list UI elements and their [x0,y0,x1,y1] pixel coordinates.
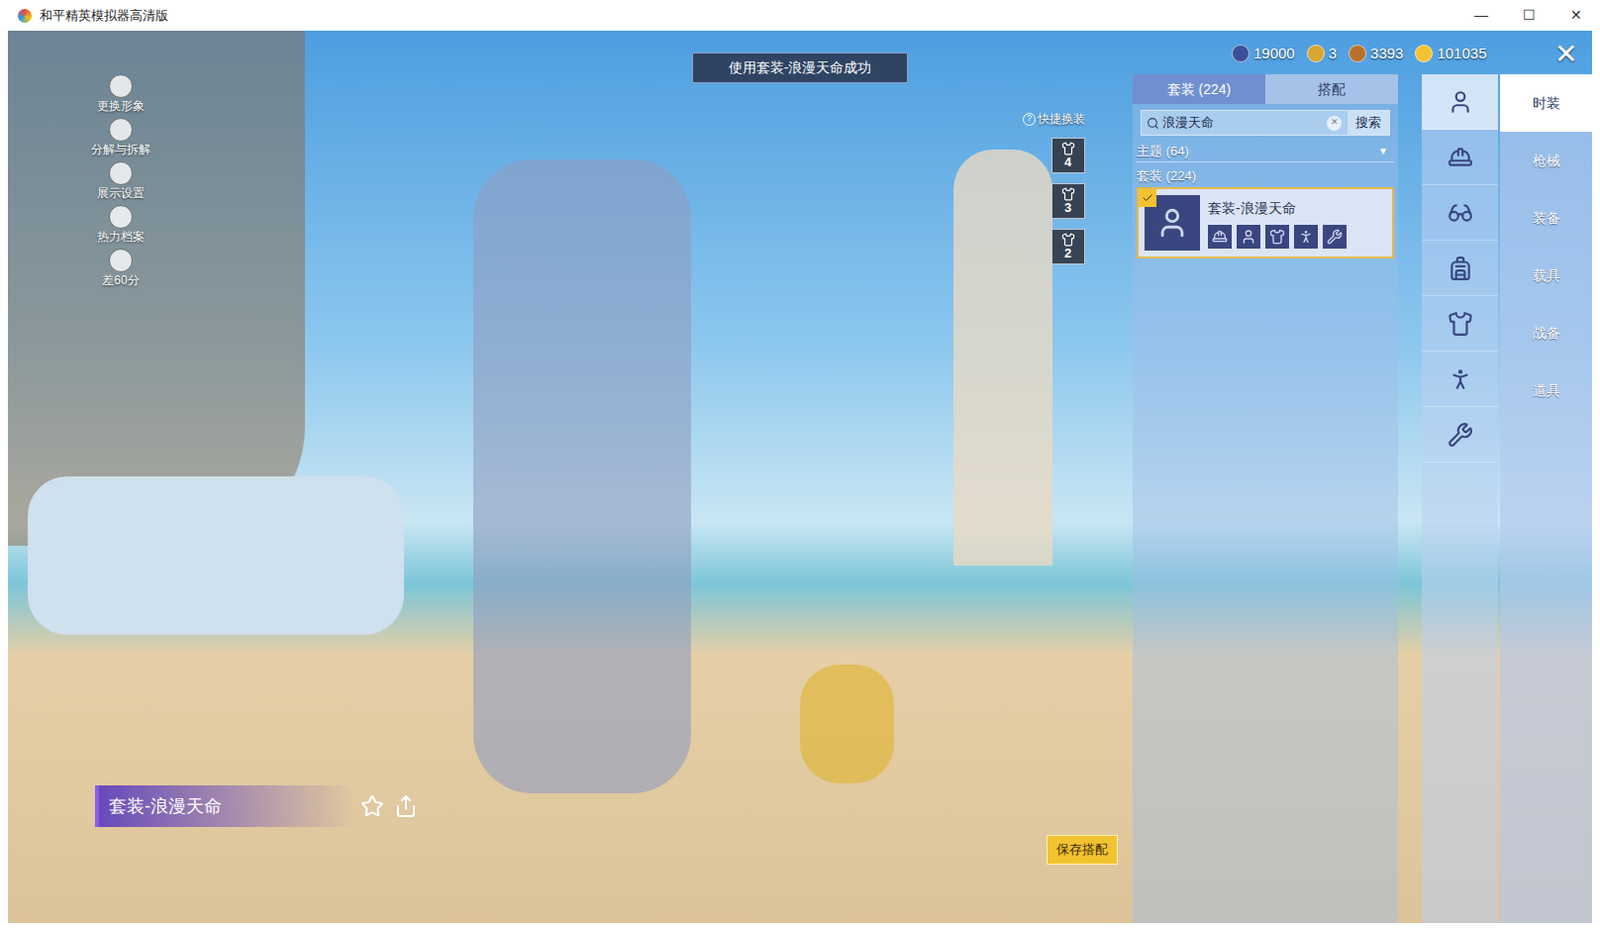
app-window: 和平精英模拟器高清版—☐✕使用套装-浪漫天命成功1900033393101035… [0,0,1600,930]
search-button[interactable]: 搜索 [1347,110,1390,135]
main-tab-column: 时装枪械装备载具战备道具 [1500,74,1593,923]
favorite-star-icon[interactable] [360,794,385,818]
left-menu-item[interactable]: 展示设置 [97,161,145,201]
main-tab[interactable]: 时装 [1500,74,1593,132]
quick-change: ?快捷换装432 [1022,109,1086,265]
title-bar: 和平精英模拟器高清版 —☐✕ [0,0,1600,31]
save-button[interactable]: 保存搭配 [1046,834,1118,865]
section-title: 套装 (224) [1136,166,1395,187]
quick-slot[interactable]: 4 [1051,137,1086,174]
game-view: 使用套装-浪漫天命成功 19000 3 3393 101035 ✕ 更换形象分解与拆解展示设… [7,30,1593,923]
category-item[interactable] [1421,185,1499,241]
main-tab[interactable]: 载具 [1500,246,1593,304]
quick-slot[interactable]: 3 [1051,183,1086,219]
main-tab[interactable]: 道具 [1500,361,1593,419]
panel-tab[interactable]: 搭配 [1265,74,1399,104]
menu-icon [108,161,133,186]
theme-filter[interactable]: 主题 (64)▼ [1136,141,1395,163]
window-control[interactable]: ✕ [1552,0,1600,31]
part-thumbnail [1322,224,1347,249]
close-button[interactable]: ✕ [1547,36,1584,73]
glasses-icon [1447,200,1474,226]
figure-icon [1447,366,1474,393]
outfit-card[interactable]: 套装-浪漫天命 [1136,187,1395,259]
outfit-icon [1447,89,1474,115]
window-title: 和平精英模拟器高清版 [39,5,169,26]
panel-tab[interactable]: 套装 (224) [1132,74,1266,104]
currency: 101035 [1414,42,1487,66]
hanger-icon [1060,141,1077,156]
coin-icon [1348,44,1367,63]
window-control[interactable]: — [1457,0,1505,31]
main-tab[interactable]: 装备 [1500,189,1593,247]
currency: 3393 [1348,42,1403,66]
category-item[interactable] [1421,129,1499,186]
main-tab[interactable]: 战备 [1500,303,1593,362]
part-thumbnail [1236,224,1261,249]
left-menu-item[interactable]: 差60分 [101,248,139,289]
clear-button[interactable]: ✕ [1326,115,1342,131]
category-column [1421,74,1499,923]
coin-icon [1306,44,1325,63]
app-logo-icon [17,8,32,23]
part-thumbnail [1207,224,1232,249]
part-thumbnail [1294,224,1318,249]
menu-icon [108,117,133,142]
menu-icon [108,74,133,99]
hanger-icon [1060,232,1077,247]
scene-ship [7,30,305,546]
share-icon[interactable] [394,794,418,818]
category-item[interactable] [1421,240,1499,297]
category-item[interactable] [1421,406,1499,463]
coin-icon [1231,44,1250,63]
outfit-label: 套装-浪漫天命 [95,785,418,827]
coin-icon [1414,44,1433,63]
hat-icon [1447,144,1474,171]
left-menu-item[interactable]: 热力档案 [97,204,145,245]
right-panels: 套装 (224)搭配浪漫天命✕搜索主题 (64)▼套装 (224)套装-浪漫天命… [1132,74,1593,923]
search-field[interactable]: 浪漫天命 [1162,112,1327,133]
scene-character [473,159,692,794]
hanger-icon [1060,187,1077,201]
currency: 19000 [1231,42,1296,66]
panel-tabs: 套装 (224)搭配 [1132,74,1399,104]
menu-icon [108,248,133,273]
left-menu-item[interactable]: 分解与拆解 [91,117,151,158]
help-icon[interactable]: ? [1022,112,1036,126]
left-menu-item[interactable]: 更换形象 [97,74,145,114]
toast: 使用套装-浪漫天命成功 [692,52,908,84]
scene-lighthouse [953,149,1053,566]
category-item[interactable] [1421,296,1499,352]
category-item[interactable] [1421,74,1499,130]
left-menu: 更换形象分解与拆解展示设置热力档案差60分 [73,74,169,289]
menu-icon [108,204,133,229]
window-control[interactable]: ☐ [1504,0,1553,31]
backpack-icon [1447,255,1474,282]
quick-slot[interactable]: 2 [1051,228,1086,265]
scene-pet [800,664,895,784]
search-icon [1146,116,1160,130]
item-panel: 套装 (224)搭配浪漫天命✕搜索主题 (64)▼套装 (224)套装-浪漫天命 [1132,74,1399,923]
check-badge [1138,189,1157,207]
category-item[interactable] [1421,351,1499,407]
check-icon [1141,192,1154,204]
scene-car [27,476,404,635]
currency: 3 [1306,42,1337,66]
currency-bar: 19000 3 3393 101035 [1231,42,1488,66]
main-tab[interactable]: 枪械 [1500,131,1593,190]
tool-icon [1447,421,1474,448]
shirt-icon [1447,310,1474,337]
search-row: 浪漫天命✕ 搜索 [1140,109,1391,136]
part-thumbnail [1265,224,1290,249]
